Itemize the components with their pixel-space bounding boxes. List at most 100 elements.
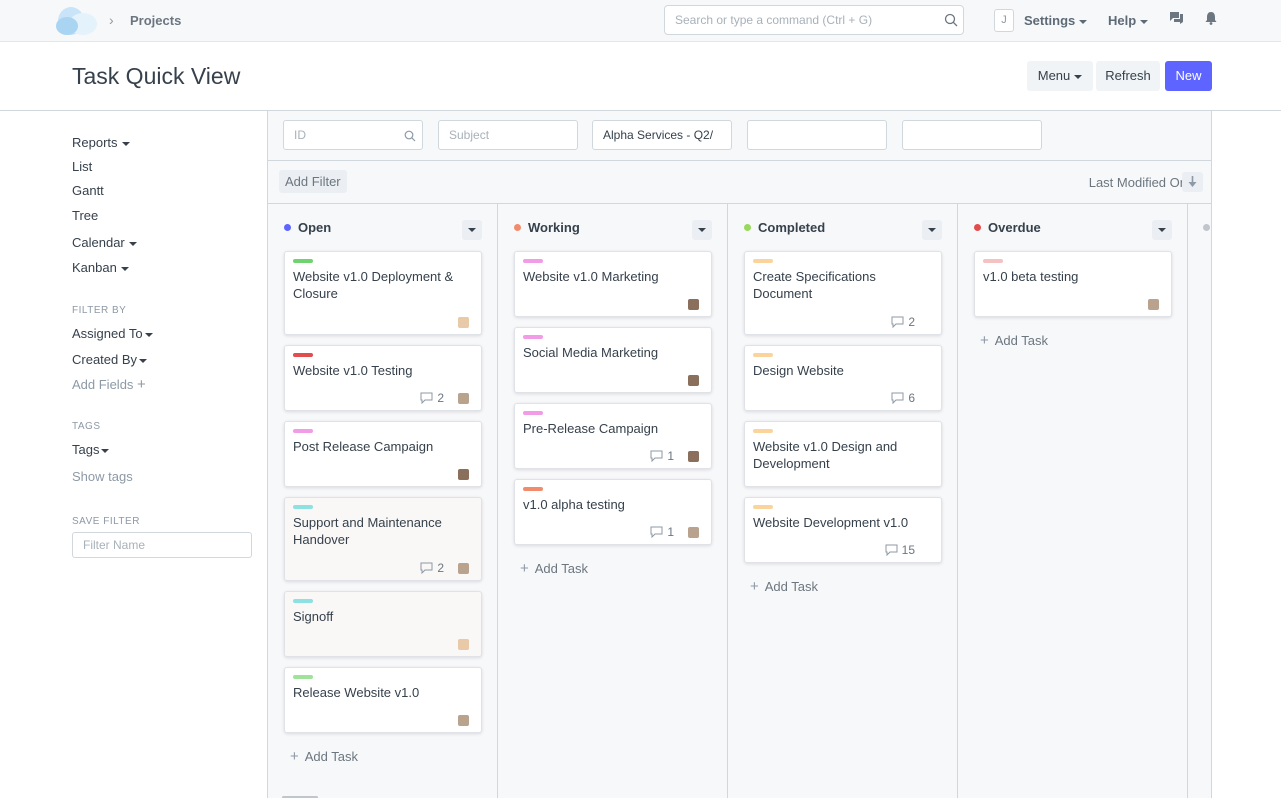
column-options-button[interactable] (1152, 220, 1172, 240)
assignee-avatar[interactable] (688, 374, 699, 386)
task-card[interactable]: Website v1.0 Design and Development (744, 421, 942, 487)
app-logo[interactable] (53, 4, 99, 36)
notification-bell-icon[interactable] (1205, 11, 1217, 25)
settings-menu[interactable]: Settings (1024, 13, 1088, 28)
assignee-avatar[interactable] (458, 714, 469, 726)
card-meta: 15 (885, 543, 929, 557)
standard-filters (268, 111, 1211, 161)
assignee-avatar[interactable] (458, 316, 469, 328)
chevron-down-icon (128, 241, 137, 246)
task-card[interactable]: Design Website 6 (744, 345, 942, 411)
subject-filter-input[interactable] (438, 120, 578, 150)
sort-selector[interactable]: Last Modified On (1089, 175, 1187, 190)
chat-icon[interactable] (1169, 11, 1184, 25)
comment-icon (420, 562, 433, 574)
card-title: Create Specifications Document (753, 269, 876, 301)
task-card[interactable]: Signoff (284, 591, 482, 657)
add-task-label: Add Task (994, 333, 1049, 348)
add-filter-button[interactable]: Add Filter (279, 170, 347, 193)
add-task-button[interactable]: + Add Task (980, 332, 1048, 349)
sort-row: Add Filter Last Modified On (268, 161, 1211, 204)
column-title[interactable]: Working (528, 220, 580, 235)
assignee-avatar[interactable] (458, 468, 469, 480)
add-task-button[interactable]: + Add Task (520, 560, 588, 577)
comment-count-value: 2 (437, 561, 444, 575)
column-title[interactable]: Completed (758, 220, 825, 235)
comment-count-value: 2 (437, 391, 444, 405)
assignee-avatar[interactable] (458, 638, 469, 650)
comment-count-value: 15 (901, 543, 915, 557)
add-fields-link[interactable]: Add Fields + (72, 376, 146, 393)
chevron-down-icon (120, 266, 129, 271)
task-card[interactable]: Website v1.0 Marketing (514, 251, 712, 317)
card-title: Website Development v1.0 (753, 515, 909, 530)
card-title: Website v1.0 Marketing (523, 269, 659, 284)
column-title[interactable]: Overdue (988, 220, 1041, 235)
task-card[interactable]: Create Specifications Document 2 (744, 251, 942, 335)
card-color-indicator (753, 429, 773, 433)
card-meta: 2 (891, 315, 929, 329)
task-card[interactable]: v1.0 alpha testing 1 (514, 479, 712, 545)
filter-created-by[interactable]: Created By (72, 352, 148, 367)
sidebar-item-kanban[interactable]: Kanban (72, 260, 129, 275)
task-card[interactable]: Post Release Campaign (284, 421, 482, 487)
search-box (664, 5, 964, 35)
chevron-down-icon (928, 228, 936, 232)
sidebar-item-tree[interactable]: Tree (72, 208, 98, 223)
tags-dropdown[interactable]: Tags (72, 442, 110, 457)
task-card[interactable]: Website Development v1.0 15 (744, 497, 942, 563)
card-meta: 2 (420, 391, 469, 405)
assignee-avatar[interactable] (688, 526, 699, 538)
assignee-avatar[interactable] (688, 298, 699, 310)
sidebar-item-calendar[interactable]: Calendar (72, 235, 137, 250)
search-input[interactable] (665, 6, 925, 34)
comment-count: 6 (891, 391, 915, 405)
task-card[interactable]: Release Website v1.0 (284, 667, 482, 733)
column-header: Working (514, 220, 580, 235)
kanban-column-completed: Completed Create Specifications Document 2… (728, 204, 958, 798)
refresh-button[interactable]: Refresh (1096, 61, 1160, 91)
card-title: Support and Maintenance Handover (293, 515, 442, 547)
task-card[interactable]: Support and Maintenance Handover 2 (284, 497, 482, 581)
filter-assigned-to[interactable]: Assigned To (72, 326, 153, 341)
filter-input-4[interactable] (747, 120, 887, 150)
card-color-indicator (523, 259, 543, 263)
sidebar-item-reports[interactable]: Reports (72, 135, 130, 150)
assignee-avatar[interactable] (458, 392, 469, 404)
show-tags-link[interactable]: Show tags (72, 469, 133, 484)
task-card[interactable]: Website v1.0 Deployment & Closure (284, 251, 482, 335)
task-card[interactable]: v1.0 beta testing (974, 251, 1172, 317)
project-filter-input[interactable] (592, 120, 732, 150)
filter-label: Created By (72, 352, 138, 367)
help-menu[interactable]: Help (1108, 13, 1149, 28)
sidebar-item-list[interactable]: List (72, 159, 92, 174)
user-avatar[interactable]: J (994, 9, 1014, 32)
task-card[interactable]: Pre-Release Campaign 1 (514, 403, 712, 469)
menu-button[interactable]: Menu (1027, 61, 1093, 91)
column-options-button[interactable] (692, 220, 712, 240)
plus-icon: + (520, 560, 529, 577)
add-task-button[interactable]: + Add Task (750, 578, 818, 595)
tags-label: Tags (72, 442, 100, 457)
task-card[interactable]: Social Media Marketing (514, 327, 712, 393)
card-meta (1148, 297, 1159, 311)
comment-count: 2 (891, 315, 915, 329)
assignee-avatar[interactable] (688, 450, 699, 462)
task-card[interactable]: Website v1.0 Testing 2 (284, 345, 482, 411)
add-task-button[interactable]: + Add Task (290, 748, 358, 765)
breadcrumb-projects[interactable]: Projects (130, 13, 181, 28)
filter-input-5[interactable] (902, 120, 1042, 150)
card-title: Website v1.0 Design and Development (753, 439, 898, 471)
id-filter-input[interactable] (283, 120, 423, 150)
assignee-avatar[interactable] (1148, 298, 1159, 310)
column-options-button[interactable] (462, 220, 482, 240)
sort-order-button[interactable] (1182, 172, 1203, 192)
new-button[interactable]: New (1165, 61, 1212, 91)
column-options-button[interactable] (922, 220, 942, 240)
filter-name-input[interactable] (72, 532, 252, 558)
sidebar-item-gantt[interactable]: Gantt (72, 183, 104, 198)
assignee-avatar[interactable] (458, 562, 469, 574)
column-title[interactable]: Open (298, 220, 331, 235)
card-color-indicator (293, 429, 313, 433)
card-meta (458, 315, 469, 329)
